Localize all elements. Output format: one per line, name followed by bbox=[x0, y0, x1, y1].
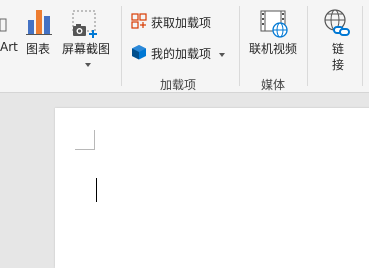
document-page[interactable] bbox=[55, 108, 369, 268]
screenshot-icon[interactable] bbox=[70, 8, 100, 41]
online-video-icon[interactable] bbox=[259, 8, 289, 41]
get-addins-button[interactable]: 获取加载项 bbox=[131, 12, 211, 32]
get-addins-label: 获取加载项 bbox=[151, 15, 212, 30]
ribbon-separator bbox=[239, 6, 240, 86]
margin-corner-mark bbox=[75, 130, 95, 150]
my-addins-icon bbox=[131, 44, 147, 63]
ribbon-separator bbox=[362, 6, 363, 86]
chart-icon[interactable] bbox=[26, 8, 52, 39]
chevron-down-icon[interactable] bbox=[85, 56, 91, 70]
media-group-label: 媒体 bbox=[261, 78, 286, 92]
my-addins-label: 我的加载项 bbox=[151, 46, 212, 61]
smartart-label[interactable]: Art bbox=[0, 40, 18, 54]
link-label-line2[interactable]: 接 bbox=[332, 56, 344, 73]
chevron-down-icon[interactable] bbox=[219, 46, 226, 60]
addins-group-label: 加载项 bbox=[160, 78, 197, 92]
online-video-label[interactable]: 联机视频 bbox=[249, 40, 297, 57]
store-icon bbox=[131, 12, 147, 32]
ribbon-separator bbox=[307, 6, 308, 86]
link-icon[interactable] bbox=[322, 8, 354, 43]
ribbon-separator bbox=[121, 6, 122, 86]
chart-button-label[interactable]: 图表 bbox=[26, 40, 50, 57]
smartart-icon[interactable] bbox=[0, 18, 8, 32]
link-label-line1[interactable]: 链 bbox=[332, 40, 344, 57]
screenshot-button-label[interactable]: 屏幕截图 bbox=[62, 40, 110, 57]
my-addins-button[interactable]: 我的加载项 bbox=[131, 43, 226, 63]
text-cursor bbox=[96, 178, 97, 202]
insert-ribbon: Art 图表 屏幕截图 获取加载项 我的加载项 加载项 联机视频 媒体 链 接 bbox=[0, 0, 369, 93]
